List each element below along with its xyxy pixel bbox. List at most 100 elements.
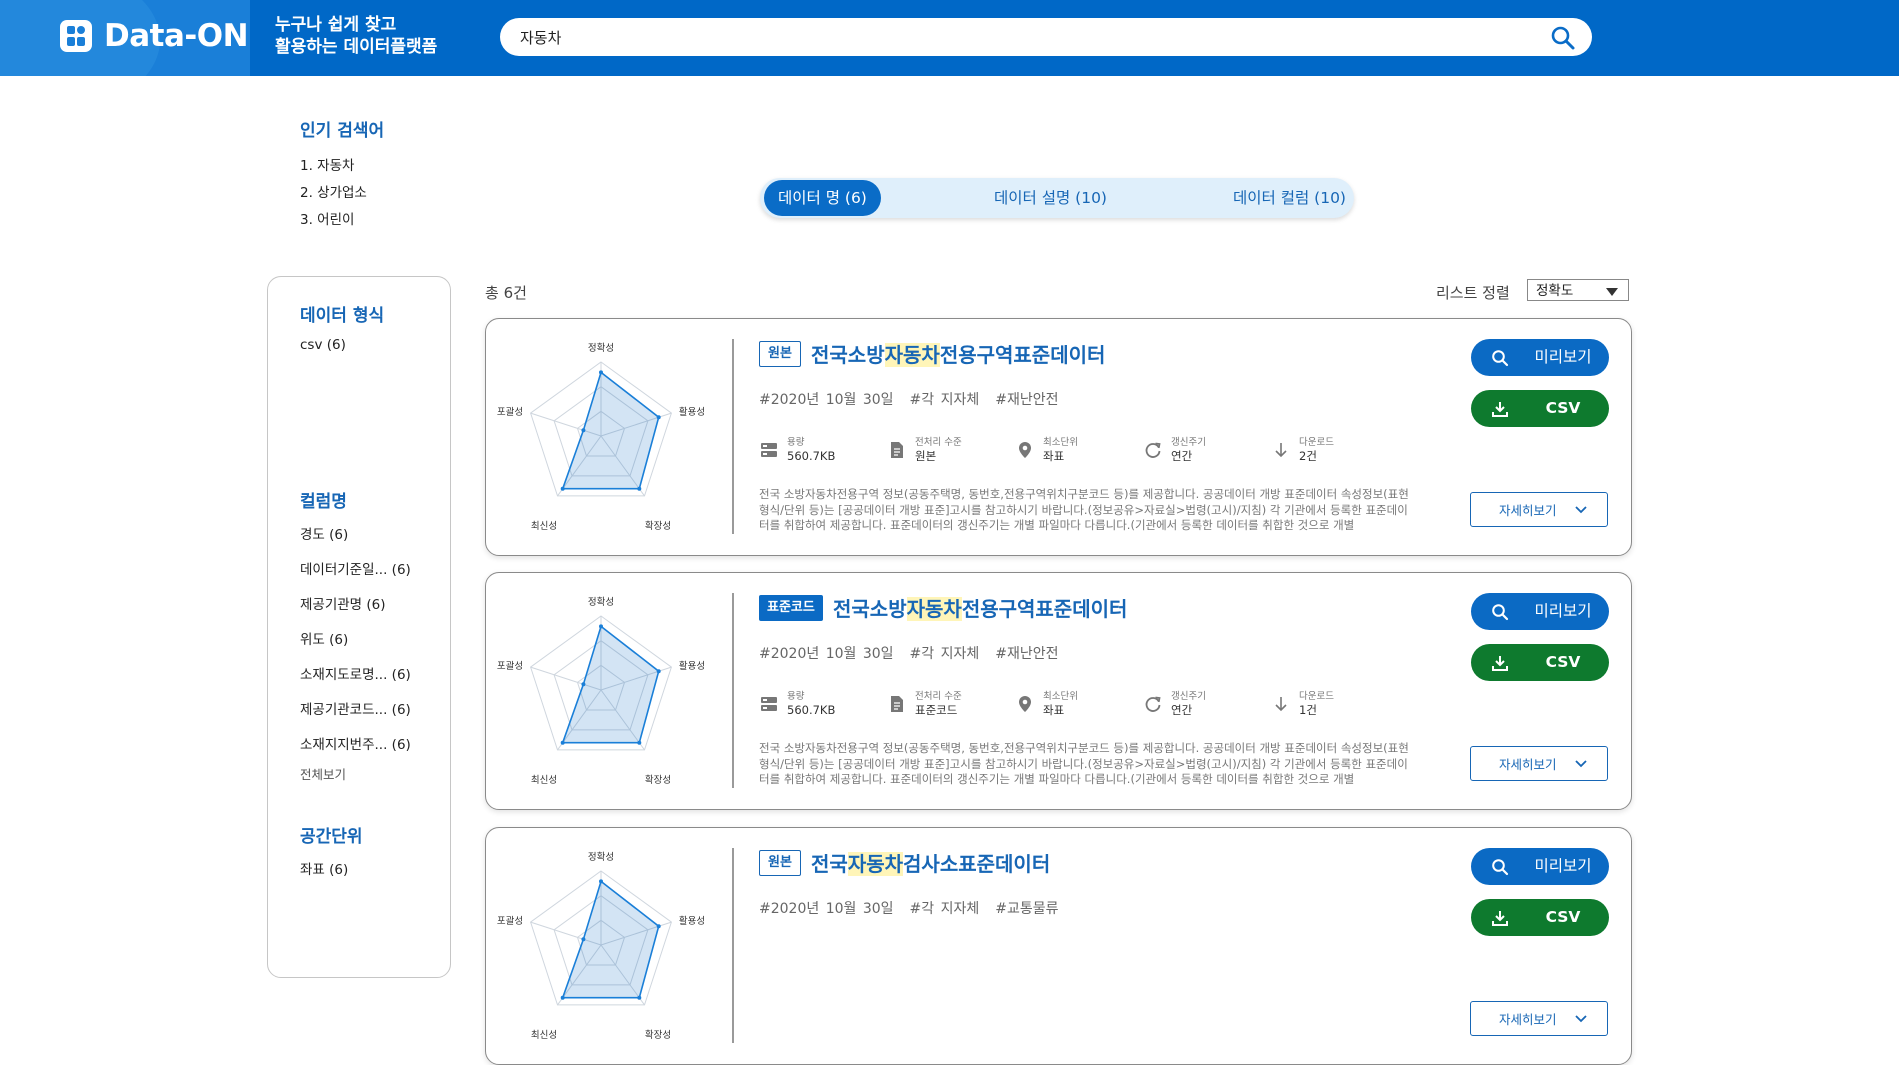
search-bar <box>500 18 1592 56</box>
slogan-line-2: 활용하는 데이터플랫폼 <box>275 37 438 57</box>
meta-item: 용량 560.7KB <box>759 437 887 463</box>
tag[interactable]: #재난안전 <box>995 646 1058 662</box>
sort-value: 정확도 <box>1536 283 1574 299</box>
quality-radar-chart: 정확성활용성확장성 최신성 포괄성 <box>497 596 705 786</box>
card-divider <box>732 593 734 788</box>
preview-label: 미리보기 <box>1534 348 1592 366</box>
dataset-title[interactable]: 전국소방자동차전용구역표준데이터 <box>833 593 1127 622</box>
csv-label: CSV <box>1545 908 1581 926</box>
meta-item: 전처리 수준 원본 <box>887 437 1015 463</box>
dataset-description: 전국 소방자동차전용구역 정보(공동주택명, 동번호,전용구역위치구분코드 등)… <box>759 741 1409 786</box>
column-filter-item[interactable]: 소재지지번주... (6) <box>300 733 411 753</box>
download-icon <box>1492 656 1508 671</box>
csv-label: CSV <box>1545 653 1581 671</box>
search-icon <box>1492 604 1509 621</box>
slogan-line-1: 누구나 쉽게 찾고 <box>275 15 397 35</box>
csv-download-button[interactable]: CSV <box>1471 899 1609 936</box>
dataset-meta: 용량 560.7KB 전처리 수준 표준코드 최소단위 좌표 갱신주기 연간 다… <box>759 691 1399 717</box>
title-highlight: 자동차 <box>884 343 940 367</box>
tag[interactable]: #2020년 10월 30일 <box>759 646 894 662</box>
storage-icon <box>761 697 777 711</box>
dataset-tags: #2020년 10월 30일 #각 지자체 #재난안전 <box>759 389 1075 409</box>
tag[interactable]: #각 지자체 <box>910 646 980 662</box>
column-filter-item[interactable]: 경도 (6) <box>300 523 348 543</box>
detail-label: 자세히보기 <box>1499 757 1557 772</box>
tag[interactable]: #각 지자체 <box>910 392 980 408</box>
preview-button[interactable]: 미리보기 <box>1471 339 1609 376</box>
meta-item: 최소단위 좌표 <box>1015 437 1143 463</box>
title-suffix: 전용구역표준데이터 <box>939 343 1106 367</box>
refresh-icon <box>1145 442 1161 458</box>
popular-item[interactable]: 2. 상가업소 <box>300 180 384 207</box>
tag[interactable]: #2020년 10월 30일 <box>759 392 894 408</box>
tag[interactable]: #2020년 10월 30일 <box>759 901 894 917</box>
dataset-title[interactable]: 전국자동차검사소표준데이터 <box>811 848 1050 877</box>
search-icon <box>1551 26 1575 50</box>
dataset-tags: #2020년 10월 30일 #각 지자체 #교통물류 <box>759 898 1075 918</box>
format-filter-item[interactable]: csv (6) <box>300 337 346 353</box>
dataset-title[interactable]: 전국소방자동차전용구역표준데이터 <box>811 339 1105 368</box>
search-button[interactable] <box>1550 25 1576 51</box>
quality-radar-chart: 정확성활용성확장성 최신성 포괄성 <box>497 851 705 1041</box>
sort-label: 리스트 정렬 <box>1436 284 1510 302</box>
title-highlight: 자동차 <box>906 597 962 621</box>
meta-value: 좌표 <box>1043 703 1065 717</box>
radar-axis-label: 포괄성 <box>497 660 523 672</box>
column-filter-item[interactable]: 소재지도로명... (6) <box>300 663 411 683</box>
card-divider <box>732 848 734 1043</box>
storage-icon <box>761 443 777 457</box>
meta-value: 2건 <box>1299 449 1317 463</box>
tag[interactable]: #교통물류 <box>995 901 1058 917</box>
meta-value: 연간 <box>1171 449 1193 463</box>
data-type-badge: 표준코드 <box>759 595 823 621</box>
preview-button[interactable]: 미리보기 <box>1471 593 1609 630</box>
radar-axis-label: 최신성 <box>531 521 557 532</box>
radar-axis-label: 정확성 <box>588 342 614 354</box>
search-input[interactable] <box>520 18 1520 56</box>
meta-item: 갱신주기 연간 <box>1143 437 1271 463</box>
csv-label: CSV <box>1545 399 1581 417</box>
location-pin-icon <box>1019 442 1031 458</box>
download-icon <box>1492 402 1508 417</box>
quality-radar-chart: 정확성활용성확장성 최신성 포괄성 <box>497 342 705 532</box>
csv-download-button[interactable]: CSV <box>1471 390 1609 427</box>
meta-value: 원본 <box>915 449 937 463</box>
dataset-description: 전국 소방자동차전용구역 정보(공동주택명, 동번호,전용구역위치구분코드 등)… <box>759 487 1409 532</box>
column-filter-item[interactable]: 제공기관코드... (6) <box>300 698 411 718</box>
column-filter-item[interactable]: 위도 (6) <box>300 628 348 648</box>
result-count: 총 6건 <box>485 284 527 302</box>
column-show-all-link[interactable]: 전체보기 <box>300 764 346 783</box>
tab-data-column[interactable]: 데이터 컬럼 (10) <box>1233 178 1346 218</box>
tab-data-name[interactable]: 데이터 명 (6) <box>764 180 881 216</box>
detail-button[interactable]: 자세히보기 <box>1470 746 1608 781</box>
title-prefix: 전국소방 <box>811 343 885 367</box>
radar-axis-label: 확장성 <box>645 1029 671 1041</box>
spatial-filter-item[interactable]: 좌표 (6) <box>300 858 348 878</box>
preview-label: 미리보기 <box>1534 602 1592 620</box>
radar-axis-label: 확장성 <box>645 520 671 532</box>
column-filter-item[interactable]: 제공기관명 (6) <box>300 593 386 613</box>
preview-button[interactable]: 미리보기 <box>1471 848 1609 885</box>
tag[interactable]: #재난안전 <box>995 392 1058 408</box>
detail-label: 자세히보기 <box>1499 503 1557 518</box>
chevron-down-icon <box>1606 288 1618 296</box>
meta-item: 전처리 수준 표준코드 <box>887 691 1015 717</box>
meta-key: 용량 <box>787 691 805 702</box>
logo[interactable]: Data-ON <box>60 18 249 54</box>
title-prefix: 전국소방 <box>833 597 907 621</box>
radar-axis-label: 정확성 <box>588 851 614 863</box>
meta-item: 다운로드 1건 <box>1271 691 1399 717</box>
detail-button[interactable]: 자세히보기 <box>1470 492 1608 527</box>
dataset-card: 정확성 활용성 확장성 최신성 포괄성 원본 전국자동차검사소표준데이터 #2020년 … <box>485 827 1632 1065</box>
logo-text: Data-ON <box>104 18 249 54</box>
column-filter-item[interactable]: 데이터기준일... (6) <box>300 558 411 578</box>
sort-select[interactable]: 정확도 <box>1527 279 1629 301</box>
popular-item[interactable]: 1. 자동차 <box>300 153 384 180</box>
tag[interactable]: #각 지자체 <box>910 901 980 917</box>
detail-button[interactable]: 자세히보기 <box>1470 1001 1608 1036</box>
search-icon <box>1492 350 1509 367</box>
csv-download-button[interactable]: CSV <box>1471 644 1609 681</box>
location-pin-icon <box>1019 696 1031 712</box>
popular-item[interactable]: 3. 어린이 <box>300 207 384 234</box>
tab-data-description[interactable]: 데이터 설명 (10) <box>994 178 1107 218</box>
